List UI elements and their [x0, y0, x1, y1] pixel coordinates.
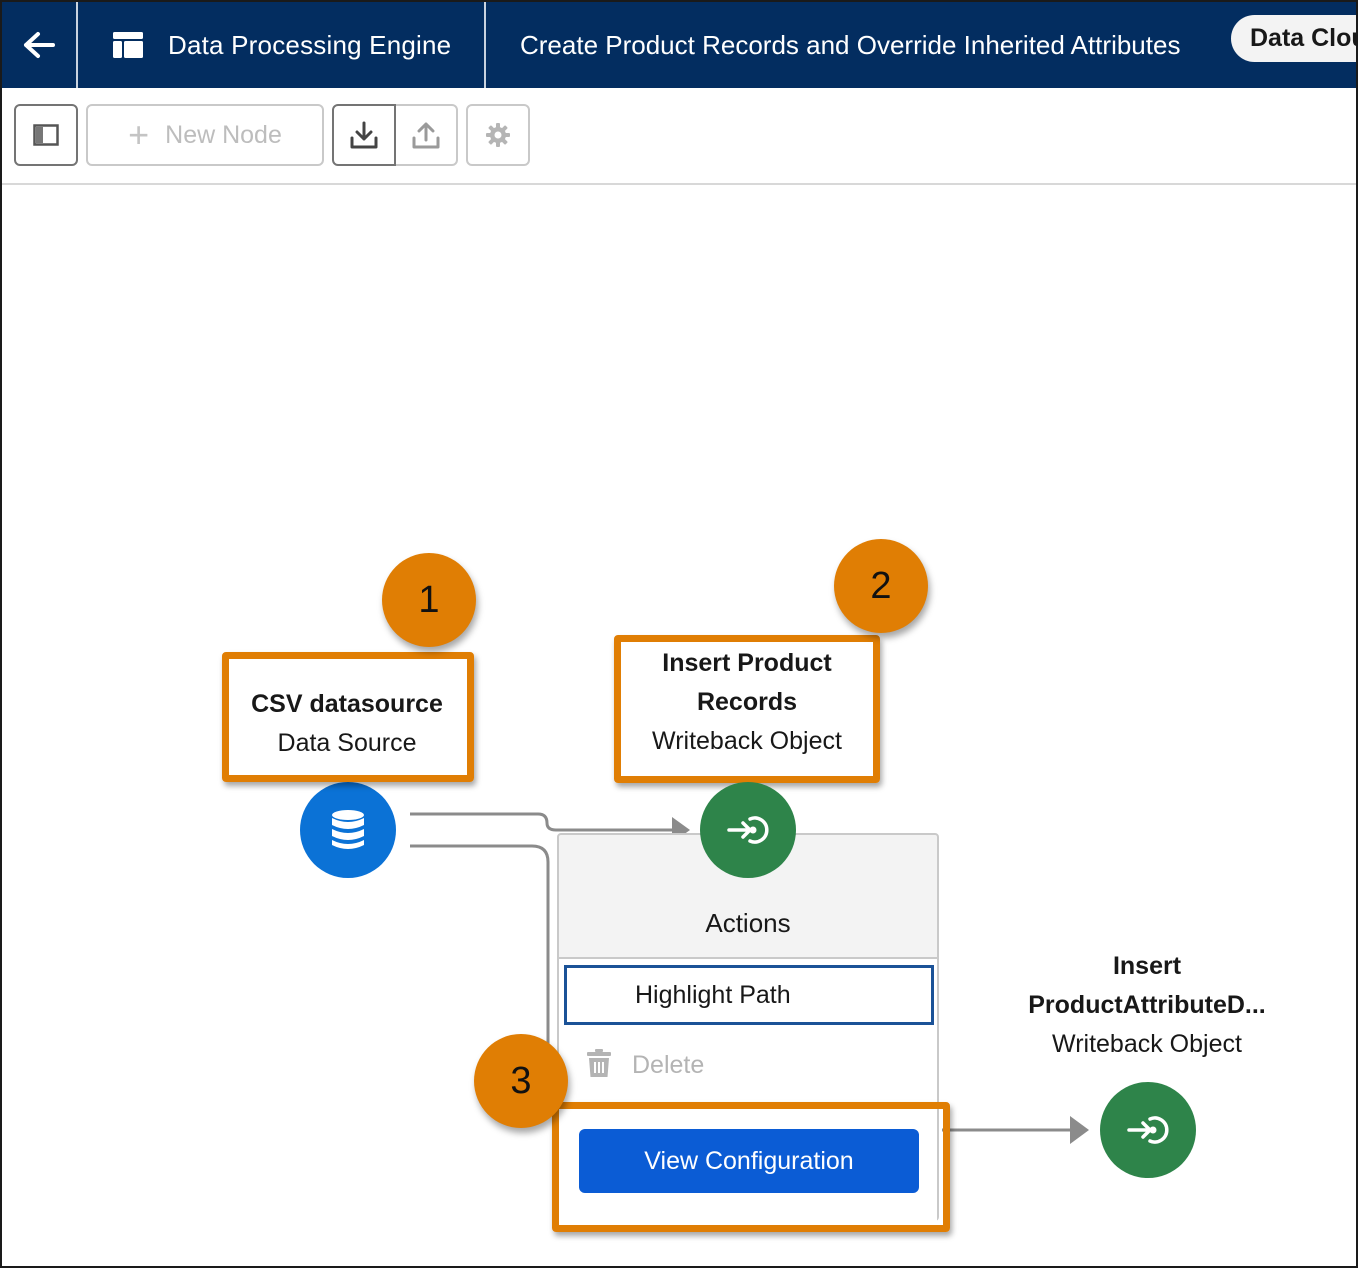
callout-badge-3: 3 — [474, 1034, 568, 1128]
delete-item[interactable]: Delete — [564, 1035, 934, 1095]
trash-icon — [587, 1049, 611, 1077]
back-button[interactable] — [2, 2, 78, 88]
insert-product-records-node[interactable] — [700, 782, 796, 878]
database-icon — [332, 810, 364, 849]
panel-toggle-icon — [33, 124, 59, 146]
callout-badge-1: 1 — [382, 553, 476, 647]
upload-button[interactable] — [394, 104, 458, 166]
node-name-line1: Insert — [1112, 952, 1182, 980]
delete-label: Delete — [632, 1050, 705, 1079]
writeback-icon — [727, 816, 769, 844]
download-button[interactable] — [332, 104, 396, 166]
insert-product-attribute-node[interactable] — [1100, 1082, 1196, 1178]
highlight-path-label: Highlight Path — [635, 980, 791, 1009]
new-node-button[interactable]: + New Node — [86, 104, 324, 166]
app-title-area[interactable]: Data Processing Engine — [80, 2, 486, 88]
flow-canvas[interactable]: CSV datasource Data Source Insert Produc… — [2, 187, 1356, 1266]
app-frame: Data Processing Engine Create Product Re… — [0, 0, 1358, 1268]
download-icon — [350, 121, 378, 149]
arrow-left-icon — [24, 32, 55, 58]
record-title: Create Product Records and Override Inhe… — [520, 29, 1181, 60]
plus-icon: + — [128, 114, 150, 155]
panel-toggle-button[interactable] — [14, 104, 78, 166]
callout-box-1 — [222, 652, 474, 782]
node-type: Writeback Object — [1052, 1030, 1242, 1058]
writeback-icon — [1127, 1116, 1169, 1144]
upload-icon — [412, 122, 440, 149]
csv-datasource-node[interactable] — [300, 782, 396, 878]
callout-box-3 — [552, 1102, 950, 1232]
node-name-line2: ProductAttributeD... — [1028, 991, 1266, 1019]
toolbar: + New Node — [2, 88, 1356, 185]
highlight-path-item[interactable]: Highlight Path — [564, 965, 934, 1025]
callout-badge-2: 2 — [834, 539, 928, 633]
new-node-label: New Node — [165, 120, 282, 149]
import-export-group — [332, 104, 458, 166]
insert-product-attribute-label: Insert ProductAttributeD... Writeback Ob… — [992, 947, 1302, 1067]
gear-icon — [486, 123, 510, 147]
settings-button[interactable] — [466, 104, 530, 166]
top-header: Data Processing Engine Create Product Re… — [2, 2, 1356, 88]
app-title: Data Processing Engine — [168, 29, 452, 60]
table-layout-icon — [113, 32, 143, 58]
callout-box-2 — [614, 635, 880, 783]
data-cloud-pill[interactable]: Data Clou — [1231, 15, 1356, 62]
